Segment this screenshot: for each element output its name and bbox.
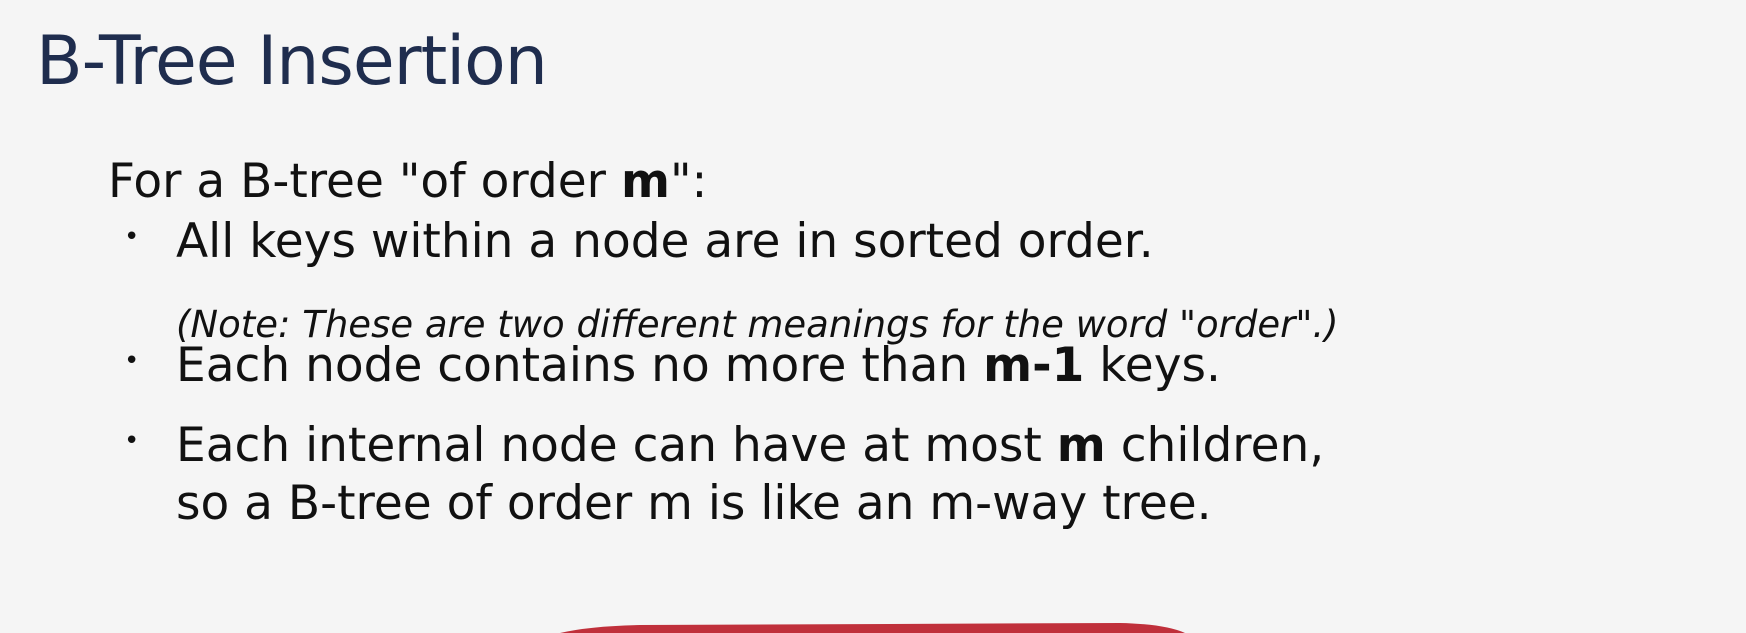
- red-annotation-stroke: [560, 623, 1185, 633]
